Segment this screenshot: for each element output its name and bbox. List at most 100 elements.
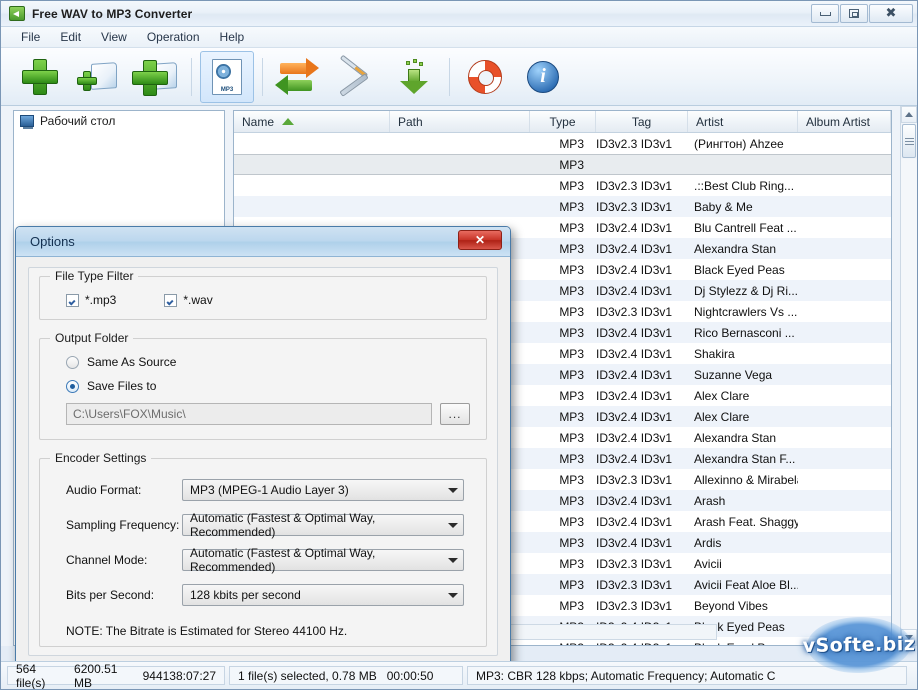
about-button[interactable]: i [516,51,570,103]
scrollbar-thumb[interactable] [902,124,916,158]
table-row[interactable]: MP3 [234,154,891,175]
cell-tag: ID3v2.4 ID3v1 [596,262,673,277]
field-bits-per-second: Bits per Second: 128 kbits per second [52,584,474,606]
cell-tag: ID3v2.3 ID3v1 [596,136,673,151]
cell-artist: Baby & Me [694,199,753,214]
status-bar: 564 file(s) 6200.51 MB 944138:07:27 1 fi… [1,661,917,689]
maximize-button[interactable] [840,4,868,23]
scrollbar-track[interactable] [901,159,917,629]
close-icon: ✕ [474,233,486,247]
field-channel-mode: Channel Mode: Automatic (Fastest & Optim… [52,546,474,574]
cell-type: MP3 [559,241,584,256]
menu-view[interactable]: View [91,28,137,46]
convert-button[interactable] [271,51,325,103]
column-header-tag[interactable]: Tag [596,111,688,132]
window-controls: ✖ [810,4,913,23]
output-format-mp3-button[interactable]: MP3 [200,50,254,103]
chevron-down-icon [443,550,463,570]
cell-tag: ID3v2.4 ID3v1 [596,535,673,550]
column-header-name[interactable]: Name [234,111,390,132]
channel-mode-select[interactable]: Automatic (Fastest & Optimal Way, Recomm… [182,546,464,574]
cell-type: MP3 [559,430,584,445]
add-folder-recursive-button[interactable] [129,51,183,103]
menu-help[interactable]: Help [210,28,255,46]
toolbar-separator [191,57,192,96]
channel-mode-value: Automatic (Fastest & Optimal Way, Recomm… [190,546,376,574]
browse-button[interactable]: ... [440,403,470,425]
dialog-close-button[interactable]: ✕ [458,230,502,250]
help-button[interactable] [458,51,512,103]
table-row[interactable]: MP3 ID3v2.3 ID3v1 Baby & Me [234,196,891,217]
dialog-body: File Type Filter *.mp3 *.wav Output Fold… [16,257,510,689]
cell-artist: Suzanne Vega [694,367,773,382]
tree-item-label: Рабочий стол [40,114,116,128]
cell-artist: (Рингтон) Ahzee [694,136,784,151]
status-encoder-summary: MP3: CBR 128 kbps; Automatic Frequency; … [467,666,907,685]
cell-artist: Avicii Feat Aloe Bl... [694,577,798,592]
options-button[interactable] [329,51,383,103]
desktop-icon [20,115,34,129]
column-header-artist[interactable]: Artist [688,111,798,132]
minimize-icon [819,11,831,16]
bits-per-second-select[interactable]: 128 kbits per second [182,584,464,606]
table-row[interactable]: MP3 ID3v2.3 ID3v1 .::Best Club Ring... [234,175,891,196]
cell-tag: ID3v2.4 ID3v1 [596,283,673,298]
cell-type: MP3 [559,556,584,571]
extract-audio-button[interactable] [387,51,441,103]
field-audio-format: Audio Format: MP3 (MPEG-1 Audio Layer 3) [52,479,474,501]
maximize-icon [849,9,859,18]
chevron-down-icon [905,635,913,640]
scroll-up-button[interactable] [901,106,917,123]
file-type-filter-legend: File Type Filter [50,269,139,283]
cell-artist: Black Eyed Peas [688,641,798,646]
column-header-path[interactable]: Path [390,111,530,132]
audio-format-select[interactable]: MP3 (MPEG-1 Audio Layer 3) [182,479,464,501]
menu-operation[interactable]: Operation [137,28,210,46]
file-list-vertical-scrollbar[interactable] [900,106,917,646]
checkbox-label: *.wav [183,293,213,307]
cell-artist: Shakira [694,346,735,361]
audio-format-label: Audio Format: [66,483,142,497]
add-folder-button[interactable] [71,51,125,103]
cell-artist: Black Eyed Peas [694,262,785,277]
cell-type: MP3 [559,178,584,193]
toolbar-separator [262,57,263,96]
column-header-type[interactable]: Type [530,111,596,132]
add-files-button[interactable] [13,51,67,103]
chevron-down-icon [443,515,463,535]
cell-tag: ID3v2.3 ID3v1 [596,304,673,319]
cell-type: MP3 [530,641,596,646]
file-type-filter-group: File Type Filter *.mp3 *.wav [39,269,487,320]
menu-edit[interactable]: Edit [50,28,91,46]
cell-artist: Alex Clare [694,409,750,424]
radio-label: Save Files to [87,379,157,393]
output-path-input[interactable]: C:\Users\FOX\Music\ [66,403,432,425]
minimize-button[interactable] [811,4,839,23]
output-folder-legend: Output Folder [50,331,134,345]
radio-save-files-to[interactable]: Save Files to [52,379,474,393]
close-button[interactable]: ✖ [869,4,913,23]
status-selection-duration: 00:00:50 [386,668,434,683]
column-label: Tag [631,114,652,129]
checkbox-checked-icon [66,293,79,307]
table-row[interactable]: MP3 ID3v2.3 ID3v1 (Рингтон) Ahzee [234,133,891,154]
cell-type: MP3 [559,598,584,613]
menu-file[interactable]: File [11,28,50,46]
cell-artist: Alex Clare [694,388,750,403]
title-bar: Free WAV to MP3 Converter ✖ [1,1,917,27]
column-header-album-artist[interactable]: Album Artist [798,111,891,132]
cell-type: MP3 [559,283,584,298]
scroll-down-button[interactable] [901,629,917,646]
sampling-frequency-select[interactable]: Automatic (Fastest & Optimal Way, Recomm… [182,511,464,539]
tools-icon [337,54,375,97]
encoder-settings-legend: Encoder Settings [50,451,152,465]
toolbar-separator [449,57,450,96]
green-down-arrow-icon [397,58,431,95]
checkbox-wav[interactable]: *.wav [164,293,213,307]
mp3-file-icon: MP3 [212,58,242,95]
tree-item-desktop[interactable]: Рабочий стол [14,111,224,131]
checkbox-mp3[interactable]: *.mp3 [66,293,116,307]
radio-same-as-source[interactable]: Same As Source [52,355,474,369]
bitrate-note: NOTE: The Bitrate is Estimated for Stere… [66,624,348,638]
music-note-glyph [223,63,237,77]
